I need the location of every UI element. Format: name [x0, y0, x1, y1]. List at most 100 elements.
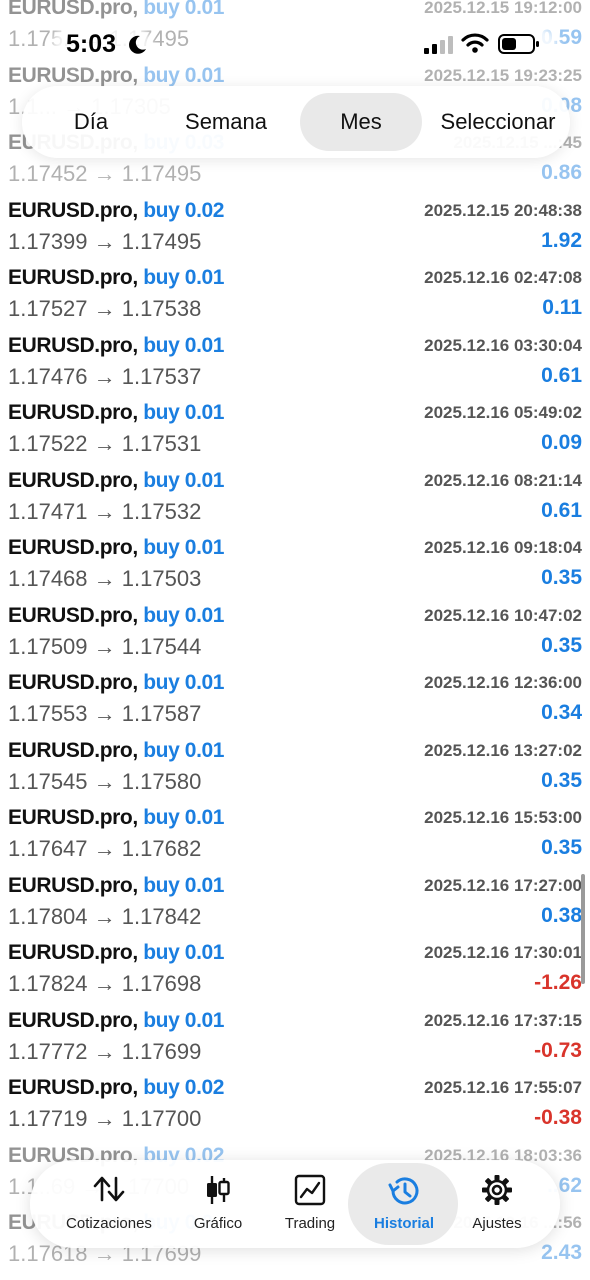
trade-symbol: EURUSD.pro,: [8, 468, 138, 492]
trade-symbol: EURUSD.pro,: [8, 1076, 138, 1099]
period-tab-week[interactable]: Semana: [156, 93, 296, 151]
trade-prices: 1.17553 → 1.17587: [8, 701, 201, 727]
period-tab-custom[interactable]: Seleccionar: [426, 93, 570, 151]
trade-profit: -0.38: [534, 1106, 582, 1129]
candlestick-icon: [207, 1176, 230, 1204]
price-arrow: →: [93, 431, 116, 456]
battery-icon: [498, 34, 539, 54]
open-price: 1.17824: [8, 971, 88, 996]
open-price: 1.17452: [8, 161, 88, 186]
trade-row[interactable]: EURUSD.pro, buy 0.01 2025.12.16 02:47:08 1…: [0, 260, 590, 328]
nav-tab-history-label: Historial: [373, 1215, 434, 1232]
trade-prices: 1.17527 → 1.17538: [8, 296, 201, 322]
trade-symbol: EURUSD.pro,: [8, 873, 138, 897]
price-arrow: →: [93, 768, 116, 794]
status-time: 5:03: [66, 30, 117, 58]
trade-profit: 0.35: [541, 836, 582, 859]
open-price: 1.17476: [8, 363, 88, 389]
trade-title: EURUSD.pro, buy 0.01: [8, 401, 224, 425]
price-arrow: →: [93, 228, 116, 254]
trade-symbol: EURUSD.pro,: [8, 671, 138, 694]
moon-icon: [129, 35, 146, 54]
trade-row[interactable]: EURUSD.pro, buy 0.01 2025.12.16 09:18:04 1…: [0, 530, 590, 598]
trade-profit: -0.73: [534, 1038, 582, 1062]
trade-row[interactable]: EURUSD.pro, buy 0.01 2025.12.16 13:27:02 1…: [0, 733, 590, 801]
nav-tab-trading[interactable]: Trading: [266, 1160, 354, 1248]
trade-row[interactable]: EURUSD.pro, buy 0.01 2025.12.16 03:30:04 1…: [0, 328, 590, 396]
close-price: 1.17587: [121, 701, 202, 726]
trade-profit: 0.86: [541, 161, 582, 184]
open-price: 1.17804: [8, 903, 88, 929]
trade-row[interactable]: EURUSD.pro, buy 0.01 2025.12.16 10:47:02 1…: [0, 598, 590, 666]
trade-side-volume: buy 0.01: [143, 738, 225, 762]
nav-tab-chart[interactable]: Gráfico: [170, 1160, 266, 1248]
open-price: 1.17509: [8, 633, 88, 659]
price-arrow: →: [93, 1038, 116, 1064]
period-tab-day[interactable]: Día: [36, 93, 146, 151]
price-arrow: →: [93, 971, 116, 996]
nav-tab-history[interactable]: Historial: [354, 1160, 454, 1248]
period-selector: Día Semana Mes Seleccionar: [22, 86, 570, 158]
trade-prices: 1.17509 → 1.17544: [8, 634, 201, 660]
trade-symbol: EURUSD.pro,: [8, 941, 138, 964]
trade-row[interactable]: EURUSD.pro, buy 0.01 2025.12.16 17:30:01 1…: [0, 935, 590, 1003]
trade-side-volume: buy 0.01: [143, 63, 225, 87]
trade-profit: 1.92: [541, 228, 582, 252]
open-price: 1.17527: [8, 296, 88, 321]
trade-prices: 1.17804 → 1.17842: [8, 904, 201, 930]
scroll-indicator[interactable]: [581, 874, 585, 984]
close-price: 1.17532: [121, 498, 202, 524]
trade-side-volume: buy 0.01: [143, 603, 225, 627]
trade-row[interactable]: EURUSD.pro, buy 0.01 2025.12.16 17:37:15 1…: [0, 1003, 590, 1071]
trade-profit: -1.26: [534, 971, 582, 994]
trade-profit: 0.09: [541, 431, 582, 454]
nav-tab-settings[interactable]: Ajustes: [454, 1160, 540, 1248]
trade-prices: 1.17719 → 1.17700: [8, 1106, 201, 1132]
nav-tab-quotes[interactable]: Cotizaciones: [48, 1160, 170, 1248]
trade-symbol: EURUSD.pro,: [8, 63, 138, 87]
trade-history-list[interactable]: EURUSD.pro, buy 0.01 2025.12.15 19:12:00 1…: [0, 0, 590, 1273]
trade-symbol: EURUSD.pro,: [8, 603, 138, 627]
cellular-signal-icon: [424, 36, 453, 54]
trade-row[interactable]: EURUSD.pro, buy 0.02 2025.12.15 20:48:38 1…: [0, 193, 590, 261]
wifi-icon: [461, 33, 489, 53]
gear-icon: [482, 1175, 512, 1205]
trade-row[interactable]: EURUSD.pro, buy 0.02 2025.12.16 17:55:07 1…: [0, 1070, 590, 1138]
open-price: 1.17522: [8, 431, 88, 456]
trade-time: 2025.12.16 05:49:02: [424, 403, 582, 422]
trade-side-volume: buy 0.01: [143, 941, 225, 964]
close-price: 1.17842: [121, 903, 202, 929]
arrows-up-down-icon: [93, 1176, 125, 1202]
trade-symbol: EURUSD.pro,: [8, 198, 138, 222]
trade-title: EURUSD.pro, buy 0.01: [8, 469, 224, 493]
trade-row[interactable]: EURUSD.pro, buy 0.01 2025.12.16 15:53:00 1…: [0, 800, 590, 868]
close-price: 1.17698: [121, 971, 202, 996]
trend-chart-icon: [294, 1174, 326, 1206]
trade-prices: 1.17647 → 1.17682: [8, 836, 201, 862]
trade-side-volume: buy 0.01: [143, 536, 225, 559]
trade-side-volume: buy 0.02: [143, 198, 225, 222]
trade-time: 2025.12.15 20:48:38: [424, 200, 582, 220]
trade-time: 2025.12.15 19:12:00: [424, 0, 582, 17]
trade-time: 2025.12.16 08:21:14: [424, 470, 582, 490]
close-price: 1.17531: [121, 431, 202, 456]
trade-prices: 1.17545 → 1.17580: [8, 769, 201, 795]
trade-prices: 1.17471 → 1.17532: [8, 499, 201, 525]
trade-row[interactable]: EURUSD.pro, buy 0.01 2025.12.16 12:36:00 1…: [0, 665, 590, 733]
trade-time: 2025.12.16 17:27:00: [424, 875, 582, 895]
open-price: 1.17553: [8, 701, 88, 726]
trade-symbol: EURUSD.pro,: [8, 333, 138, 357]
trade-title: EURUSD.pro, buy 0.02: [8, 1076, 224, 1100]
trade-row[interactable]: EURUSD.pro, buy 0.01 2025.12.16 05:49:02 1…: [0, 395, 590, 463]
period-tab-month[interactable]: Mes: [300, 93, 422, 151]
trade-time: 2025.12.16 17:37:15: [424, 1010, 582, 1030]
trade-row[interactable]: EURUSD.pro, buy 0.01 2025.12.16 17:27:00 1…: [0, 868, 590, 936]
trade-symbol: EURUSD.pro,: [8, 401, 138, 424]
trade-row[interactable]: EURUSD.pro, buy 0.01 2025.12.16 08:21:14 1…: [0, 463, 590, 531]
trade-profit: 0.11: [542, 296, 582, 319]
price-arrow: →: [93, 836, 116, 861]
trade-prices: 1.17452 → 1.17495: [8, 161, 201, 187]
trade-title: EURUSD.pro, buy 0.01: [8, 536, 224, 560]
trade-symbol: EURUSD.pro,: [8, 0, 138, 19]
trade-time: 2025.12.16 02:47:08: [424, 268, 582, 287]
